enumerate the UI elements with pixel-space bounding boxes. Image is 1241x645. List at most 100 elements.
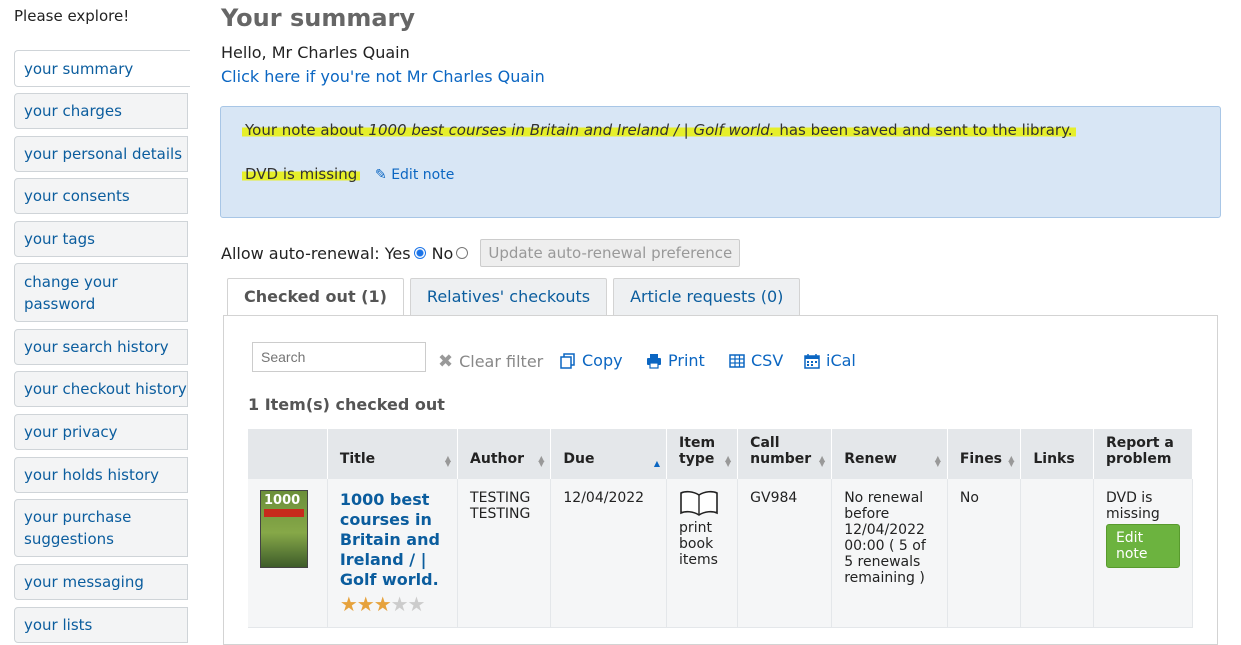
tab-checked-out[interactable]: Checked out (1) — [227, 278, 404, 318]
note-saved-alert: Your note about 1000 best courses in Bri… — [220, 106, 1221, 218]
author-cell: TESTING TESTING — [457, 479, 552, 628]
header-cover — [248, 429, 328, 479]
header-report-problem: Report a problem — [1093, 429, 1194, 479]
header-report-problem-label: Report a problem — [1105, 435, 1174, 467]
header-due[interactable]: Due ▲ — [550, 429, 668, 479]
search-input[interactable] — [252, 342, 426, 372]
checkout-tabs: Checked out (1) Relatives' checkouts Art… — [227, 278, 806, 318]
title-cell: 1000 best courses in Britain and Ireland… — [327, 479, 459, 628]
sidebar-item-lists[interactable]: your lists — [14, 607, 188, 643]
cover-text: 1000 — [264, 493, 301, 508]
autorenew-label: Allow auto-renewal: — [221, 243, 380, 263]
autorenew-yes-radio[interactable] — [413, 247, 426, 259]
alert-book-title: 1000 best courses in Britain and Ireland… — [368, 121, 775, 139]
header-fines[interactable]: Fines ▲ ▼ — [947, 429, 1022, 479]
header-call-number[interactable]: Call number ▲ ▼ — [737, 429, 833, 479]
clear-filter-label: Clear filter — [459, 352, 544, 371]
problem-note-text: DVD is missing — [1105, 490, 1160, 522]
sort-icon: ▲ ▼ — [1008, 454, 1015, 468]
sidebar-item-personal-details[interactable]: your personal details — [14, 136, 188, 172]
autorenew-yes-label: Yes — [384, 243, 411, 263]
sidebar-item-search-history[interactable]: your search history — [14, 329, 188, 365]
edit-note-link-label: Edit note — [391, 167, 455, 183]
autorenew-no-radio[interactable] — [456, 247, 469, 259]
links-cell — [1020, 479, 1094, 628]
header-links: Links — [1020, 429, 1094, 479]
checkouts-table: Title ▲ ▼ Author ▲ ▼ Due ▲ Item type ▲ ▼ Call n… — [248, 429, 1194, 628]
sidebar-item-summary[interactable]: your summary — [14, 50, 190, 87]
alert-prefix: Your note about — [245, 121, 369, 139]
not-me-link[interactable]: Click here if you're not Mr Charles Quai… — [221, 67, 545, 86]
autorenew-no-label: No — [431, 243, 454, 263]
sidebar-item-tags[interactable]: your tags — [14, 221, 188, 257]
sidebar-heading: Please explore! — [14, 7, 130, 25]
report-problem-cell: DVD is missing Edit note — [1093, 479, 1194, 628]
sidebar-item-purchase-suggestions[interactable]: your purchase suggestions — [14, 499, 188, 557]
alert-message: Your note about 1000 best courses in Bri… — [242, 121, 1076, 139]
header-author[interactable]: Author ▲ ▼ — [457, 429, 552, 479]
copy-label: Copy — [582, 351, 623, 370]
header-call-number-label: Call number — [750, 435, 812, 467]
header-due-label: Due — [563, 451, 595, 467]
book-cover-image[interactable]: 1000 — [260, 490, 308, 568]
edit-note-button[interactable]: Edit note — [1105, 524, 1180, 568]
close-icon: ✖ — [438, 351, 454, 372]
alert-suffix: has been saved and sent to the library. — [774, 121, 1073, 139]
table-header-row: Title ▲ ▼ Author ▲ ▼ Due ▲ Item type ▲ ▼ Call n… — [248, 429, 1194, 479]
sidebar-item-charges[interactable]: your charges — [14, 93, 188, 129]
ical-label: iCal — [826, 351, 856, 370]
greeting: Hello, Mr Charles Quain — [221, 43, 410, 62]
call-number-cell: GV984 — [737, 479, 833, 628]
sidebar-item-change-password[interactable]: change your password — [14, 263, 188, 322]
update-autorenew-button[interactable]: Update auto-renewal preference — [480, 239, 741, 267]
clear-filter-button[interactable]: ✖ Clear filter — [438, 351, 543, 372]
book-icon — [680, 490, 718, 516]
sidebar-item-consents[interactable]: your consents — [14, 178, 188, 214]
header-title[interactable]: Title ▲ ▼ — [327, 429, 459, 479]
sort-icon: ▲ ▼ — [819, 454, 826, 468]
alert-note-line: DVD is missing ✎ Edit note — [242, 165, 454, 183]
sidebar-item-messaging[interactable]: your messaging — [14, 564, 188, 600]
sort-icon: ▲ ▼ — [934, 454, 941, 468]
table-icon — [729, 353, 745, 368]
sidebar-item-privacy[interactable]: your privacy — [14, 414, 188, 450]
autorenew-row: Allow auto-renewal: Yes No Update auto-r… — [221, 239, 741, 267]
header-item-type-label: Item type — [679, 435, 716, 467]
page-title: Your summary — [221, 4, 416, 32]
tab-relatives-checkouts[interactable]: Relatives' checkouts — [409, 278, 608, 315]
print-button[interactable]: Print — [646, 351, 705, 370]
sort-icon: ▲ ▼ — [444, 454, 452, 468]
header-author-label: Author — [470, 451, 525, 467]
sort-icon: ▲ ▼ — [725, 454, 732, 468]
table-row: 1000 1000 best courses in Britain and Ir… — [248, 479, 1194, 628]
cover-cell: 1000 — [248, 479, 328, 628]
star-empty-icon: ★★ — [390, 592, 426, 616]
csv-label: CSV — [751, 351, 784, 370]
header-links-label: Links — [1033, 451, 1075, 467]
ical-button[interactable]: iCal — [804, 351, 856, 370]
alert-note-text: DVD is missing — [242, 165, 361, 183]
header-item-type[interactable]: Item type ▲ ▼ — [666, 429, 739, 479]
star-rating[interactable]: ★★★★★ — [340, 592, 445, 616]
header-fines-label: Fines — [959, 451, 1003, 467]
header-renew[interactable]: Renew ▲ ▼ — [831, 429, 948, 479]
renew-cell: No renewal before 12/04/2022 00:00 ( 5 o… — [831, 479, 948, 628]
edit-note-link[interactable]: ✎ Edit note — [375, 167, 454, 183]
header-renew-label: Renew — [844, 451, 897, 467]
sort-asc-icon: ▲ — [653, 459, 661, 468]
star-filled-icon: ★★★ — [339, 592, 392, 616]
copy-button[interactable]: Copy — [560, 351, 623, 370]
sort-icon: ▲ ▼ — [538, 454, 545, 468]
calendar-icon — [804, 353, 820, 369]
sidebar-item-holds-history[interactable]: your holds history — [14, 457, 188, 493]
print-icon — [647, 353, 661, 369]
sidebar-item-checkout-history[interactable]: your checkout history — [14, 371, 188, 407]
csv-button[interactable]: CSV — [729, 351, 783, 370]
item-type-label: print book items — [679, 520, 718, 568]
due-cell: 12/04/2022 — [550, 479, 668, 628]
tab-article-requests[interactable]: Article requests (0) — [613, 278, 801, 315]
book-title-link[interactable]: 1000 best courses in Britain and Ireland… — [340, 490, 440, 589]
item-type-cell: print book items — [666, 479, 739, 628]
copy-icon — [560, 352, 575, 369]
fines-cell: No — [947, 479, 1022, 628]
